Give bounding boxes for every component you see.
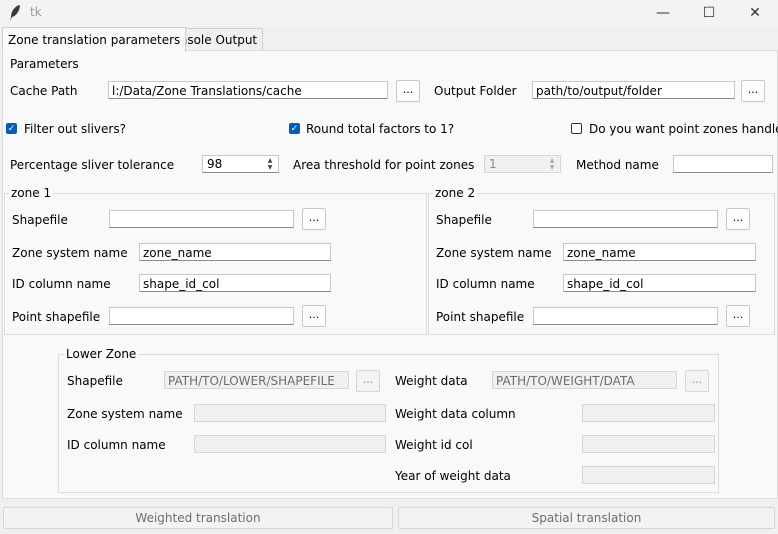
tk-feather-icon <box>10 5 20 21</box>
weight-column-label: Weight data column <box>395 407 516 421</box>
zone1-id-column-label: ID column name <box>12 277 111 291</box>
zone2-point-shapefile-label: Point shapefile <box>436 310 525 324</box>
zone2-point-shapefile-browse-button[interactable]: ... <box>726 305 750 327</box>
sliver-tolerance-label: Percentage sliver tolerance <box>10 158 175 172</box>
output-folder-browse-button[interactable]: ... <box>741 80 765 102</box>
lower-zone-system-input[interactable] <box>194 404 386 422</box>
lower-shapefile-input[interactable]: PATH/TO/LOWER/SHAPEFILE <box>164 371 349 389</box>
spin-down-icon[interactable]: ▼ <box>263 164 277 171</box>
filter-slivers-checkbox[interactable]: ✓ <box>6 123 17 134</box>
point-zones-label: Do you want point zones handled? <box>589 122 778 136</box>
zone1-group-label: zone 1 <box>9 186 54 200</box>
maximize-button[interactable]: ☐ <box>686 0 732 26</box>
weight-data-label: Weight data <box>395 374 468 388</box>
spatial-translation-button[interactable]: Spatial translation <box>398 507 775 529</box>
weight-id-label: Weight id col <box>395 438 473 452</box>
window-title: tk <box>30 5 42 19</box>
year-weight-label: Year of weight data <box>395 469 511 483</box>
spin-up-icon[interactable]: ▲ <box>545 157 559 164</box>
lower-zone-group-label: Lower Zone <box>64 347 139 361</box>
method-name-label: Method name <box>576 158 659 172</box>
tab-zone-translation-parameters[interactable]: Zone translation parameters <box>2 27 187 52</box>
spin-down-icon[interactable]: ▼ <box>545 164 559 171</box>
weight-column-input[interactable] <box>582 404 715 422</box>
minimize-button[interactable]: — <box>640 0 686 26</box>
area-threshold-value: 1 <box>489 157 497 171</box>
cache-path-input[interactable]: l:/Data/Zone Translations/cache <box>108 81 388 99</box>
zone2-id-column-label: ID column name <box>436 277 535 291</box>
sliver-tolerance-value: 98 <box>207 157 223 171</box>
spin-up-icon[interactable]: ▲ <box>263 157 277 164</box>
output-folder-input[interactable]: path/to/output/folder <box>532 81 735 99</box>
method-name-input[interactable] <box>673 155 773 173</box>
zone1-point-shapefile-label: Point shapefile <box>12 310 101 324</box>
cache-path-label: Cache Path <box>10 84 78 98</box>
sliver-tolerance-spinbox[interactable]: 98 ▲ ▼ <box>202 155 279 173</box>
zone2-shapefile-label: Shapefile <box>436 213 492 227</box>
zone2-group-label: zone 2 <box>433 186 478 200</box>
filter-slivers-label: Filter out slivers? <box>24 122 126 136</box>
output-folder-label: Output Folder <box>434 84 517 98</box>
cache-path-browse-button[interactable]: ... <box>396 80 420 102</box>
zone2-zone-system-label: Zone system name <box>436 246 552 260</box>
area-threshold-spinbox[interactable]: 1 ▲ ▼ <box>484 155 561 173</box>
zone1-zone-system-label: Zone system name <box>12 246 128 260</box>
zone2-id-column-input[interactable]: shape_id_col <box>563 274 756 292</box>
area-threshold-label: Area threshold for point zones <box>293 158 475 172</box>
weight-data-input[interactable]: PATH/TO/WEIGHT/DATA <box>492 371 677 389</box>
lower-shapefile-label: Shapefile <box>67 374 123 388</box>
year-weight-input[interactable] <box>582 466 715 484</box>
close-button[interactable]: ✕ <box>732 0 778 26</box>
weight-id-input[interactable] <box>582 435 715 453</box>
round-factors-label: Round total factors to 1? <box>306 122 455 136</box>
zone2-zone-system-input[interactable]: zone_name <box>563 243 756 261</box>
zone2-shapefile-input[interactable] <box>533 210 718 228</box>
zone1-zone-system-input[interactable]: zone_name <box>139 243 331 261</box>
weighted-translation-button[interactable]: Weighted translation <box>3 507 393 529</box>
zone2-point-shapefile-input[interactable] <box>533 307 718 325</box>
zone1-point-shapefile-input[interactable] <box>109 307 294 325</box>
zone2-shapefile-browse-button[interactable]: ... <box>726 208 750 230</box>
lower-zone-system-label: Zone system name <box>67 407 183 421</box>
lower-id-column-label: ID column name <box>67 438 166 452</box>
parameters-group-label: Parameters <box>8 57 81 71</box>
zone1-point-shapefile-browse-button[interactable]: ... <box>302 305 326 327</box>
zone1-shapefile-browse-button[interactable]: ... <box>302 208 326 230</box>
round-factors-checkbox[interactable]: ✓ <box>289 123 300 134</box>
lower-id-column-input[interactable] <box>194 435 386 453</box>
zone1-id-column-input[interactable]: shape_id_col <box>139 274 331 292</box>
zone1-shapefile-label: Shapefile <box>12 213 68 227</box>
lower-shapefile-browse-button[interactable]: ... <box>356 370 380 392</box>
weight-data-browse-button[interactable]: ... <box>685 370 709 392</box>
point-zones-checkbox[interactable] <box>571 123 582 134</box>
zone1-shapefile-input[interactable] <box>109 210 294 228</box>
